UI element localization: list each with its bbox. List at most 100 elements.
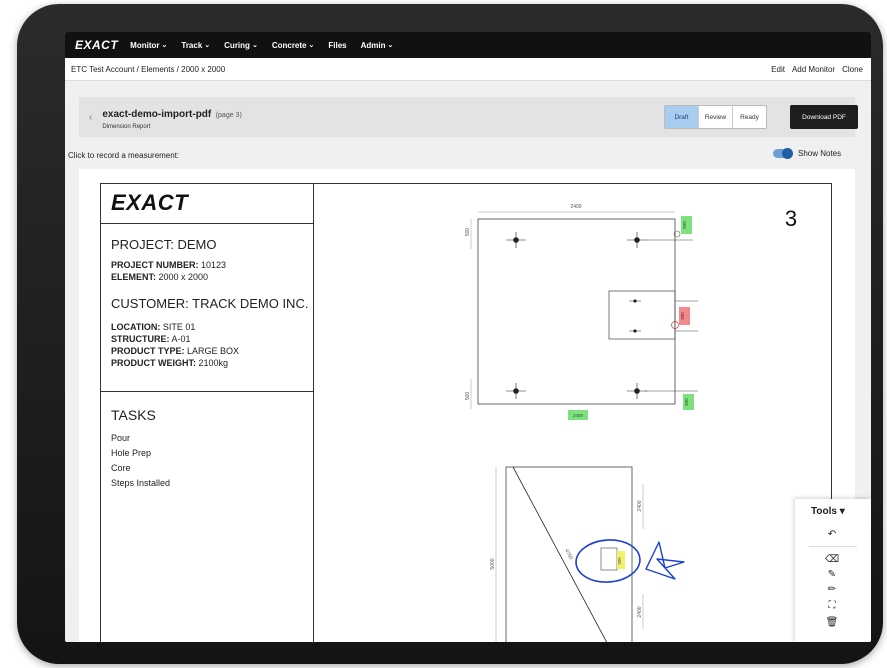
product-weight-label: PRODUCT WEIGHT: xyxy=(111,358,196,368)
nav-admin[interactable]: Admin ⌄ xyxy=(361,41,394,50)
tasks-section: TASKS Pour Hole Prep Core Steps Installe… xyxy=(101,391,313,642)
project-value: DEMO xyxy=(177,237,217,252)
app-logo[interactable]: EXACT xyxy=(75,38,118,52)
breadcrumb-bar: ETC Test Account / Elements / 2000 x 200… xyxy=(65,58,871,81)
lifting-point-icon xyxy=(506,232,526,248)
nav-curing[interactable]: Curing ⌄ xyxy=(224,41,258,50)
chevron-down-icon: ⌄ xyxy=(204,42,211,49)
location-label: LOCATION: xyxy=(111,322,161,332)
top-navbar: EXACT Monitor ⌄ Track ⌄ Curing ⌄ Concrete ⌄ … xyxy=(65,32,871,58)
pencil-icon[interactable]: ✏ xyxy=(825,582,839,596)
tools-title[interactable]: Tools ▾ xyxy=(811,506,845,517)
customer-label: CUSTOMER: xyxy=(111,296,189,311)
title-block: EXACT PROJECT: DEMO PROJECT NUMBER: 1012… xyxy=(101,184,314,642)
tablet-frame: EXACT Monitor ⌄ Track ⌄ Curing ⌄ Concrete ⌄ … xyxy=(17,4,883,664)
diagonal-dimension: 4750 xyxy=(563,548,574,561)
nav-label: Track xyxy=(181,40,203,50)
nav-track[interactable]: Track ⌄ xyxy=(181,41,210,50)
show-notes-label: Show Notes xyxy=(798,149,842,158)
document-page: (page 3) xyxy=(215,112,242,119)
nav-monitor[interactable]: Monitor ⌄ xyxy=(130,41,167,50)
nav-concrete[interactable]: Concrete ⌄ xyxy=(272,41,315,50)
anchor-point-icon xyxy=(629,329,641,333)
caret-down-icon: ▾ xyxy=(839,506,845,517)
project-number-value: 10123 xyxy=(201,260,227,270)
nav-label: Curing xyxy=(224,40,250,50)
project-number-label: PROJECT NUMBER: xyxy=(111,260,199,270)
divider xyxy=(809,546,857,547)
app-screen: EXACT Monitor ⌄ Track ⌄ Curing ⌄ Concrete ⌄ … xyxy=(65,32,871,642)
plan-outline xyxy=(477,218,676,405)
status-ready-button[interactable]: Ready xyxy=(733,106,766,128)
breadcrumb[interactable]: ETC Test Account / Elements / 2000 x 200… xyxy=(71,65,225,74)
document-subtitle: Dimension Report xyxy=(102,124,151,130)
customer-value: TRACK DEMO INC. xyxy=(192,296,309,311)
small-dimension: 300 xyxy=(617,557,622,565)
selection-icon[interactable]: ⛶ xyxy=(825,598,839,612)
right-bottom-dimension: 500 xyxy=(684,398,689,406)
clone-link[interactable]: Clone xyxy=(842,65,863,74)
left-top-dimension: 500 xyxy=(465,228,471,237)
product-weight-value: 2100kg xyxy=(198,358,229,368)
anchor-point-icon xyxy=(629,299,641,303)
right-dimension-b: 2400 xyxy=(637,606,643,617)
hole-dimension: 300 xyxy=(680,312,685,320)
marker-icon[interactable]: ✎ xyxy=(825,567,839,581)
tools-panel: Tools ▾ ↶ ⌫ ✎ ✏ ⛶ 🗑 xyxy=(795,499,871,642)
chevron-down-icon: ⌄ xyxy=(387,42,394,49)
back-chevron-icon[interactable]: ‹ xyxy=(89,112,92,123)
location-value: SITE 01 xyxy=(162,322,196,332)
project-number-line: PROJECT NUMBER: 10123 xyxy=(111,260,226,270)
sheet-logo: EXACT xyxy=(111,190,189,215)
download-pdf-button[interactable]: Download PDF xyxy=(790,105,858,129)
task-item[interactable]: Pour xyxy=(111,433,130,443)
eraser-icon[interactable]: ⌫ xyxy=(825,552,839,566)
show-notes-toggle[interactable]: Show Notes xyxy=(773,148,842,159)
technical-drawing[interactable]: 2400 500 500 500 300 500 2400 4750 5000 … xyxy=(313,184,831,642)
product-type-label: PRODUCT TYPE: xyxy=(111,346,185,356)
element-actions: Edit Add Monitor Clone xyxy=(771,65,863,74)
chevron-down-icon: ⌄ xyxy=(251,42,258,49)
status-review-button[interactable]: Review xyxy=(699,106,733,128)
lifting-point-icon xyxy=(627,232,647,248)
product-type-value: LARGE BOX xyxy=(187,346,240,356)
project-info-section: PROJECT: DEMO PROJECT NUMBER: 10123 ELEM… xyxy=(101,223,313,392)
product-type-line: PRODUCT TYPE: LARGE BOX xyxy=(111,346,239,356)
trash-icon[interactable]: 🗑 xyxy=(825,615,839,629)
location-line: LOCATION: SITE 01 xyxy=(111,322,195,332)
status-draft-button[interactable]: Draft xyxy=(665,106,699,128)
element-line: ELEMENT: 2000 x 2000 xyxy=(111,272,208,282)
task-item[interactable]: Core xyxy=(111,463,131,473)
nav-label: Files xyxy=(328,40,347,50)
toggle-switch[interactable] xyxy=(773,148,793,159)
task-item[interactable]: Steps Installed xyxy=(111,478,170,488)
small-opening xyxy=(600,547,618,571)
circle-annotation xyxy=(575,539,641,583)
add-monitor-link[interactable]: Add Monitor xyxy=(792,65,835,74)
document-header: ‹ exact-demo-import-pdf (page 3) Dimensi… xyxy=(79,97,858,137)
left-bottom-dimension: 500 xyxy=(465,392,471,401)
measurement-hint: Click to record a measurement: xyxy=(68,151,180,160)
top-dimension: 2400 xyxy=(570,204,581,210)
nav-label: Concrete xyxy=(271,40,307,50)
task-item[interactable]: Hole Prep xyxy=(111,448,151,458)
star-annotation xyxy=(645,541,685,580)
side-dimension: 5000 xyxy=(490,558,496,569)
customer-line: CUSTOMER: TRACK DEMO INC. xyxy=(111,296,308,311)
structure-value: A-01 xyxy=(171,334,191,344)
element-value: 2000 x 2000 xyxy=(158,272,209,282)
drawing-sheet[interactable]: EXACT PROJECT: DEMO PROJECT NUMBER: 1012… xyxy=(100,183,832,642)
toggle-knob xyxy=(782,148,793,159)
edit-link[interactable]: Edit xyxy=(771,65,785,74)
logo-section: EXACT xyxy=(101,184,313,224)
wall-opening xyxy=(608,290,676,340)
undo-icon[interactable]: ↶ xyxy=(825,527,839,541)
lifting-point-icon xyxy=(627,383,647,399)
nav-files[interactable]: Files xyxy=(328,41,346,50)
product-weight-line: PRODUCT WEIGHT: 2100kg xyxy=(111,358,228,368)
pdf-page[interactable]: EXACT PROJECT: DEMO PROJECT NUMBER: 1012… xyxy=(79,169,855,642)
chevron-down-icon: ⌄ xyxy=(161,42,168,49)
nav-label: Admin xyxy=(360,40,386,50)
tools-label: Tools xyxy=(811,506,837,517)
lifting-point-icon xyxy=(506,383,526,399)
